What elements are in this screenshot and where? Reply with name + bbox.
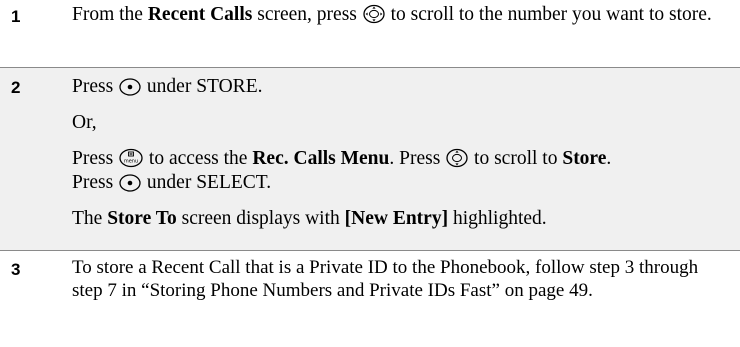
step-1: 1 From the Recent Calls screen, press to…: [0, 0, 740, 67]
step-3: 3 To store a Recent Call that is a Priva…: [0, 251, 740, 347]
step-paragraph: Or,: [72, 112, 97, 133]
option-key-icon: [119, 78, 141, 96]
step-number: 3: [11, 260, 21, 279]
svg-text:menu: menu: [124, 159, 138, 165]
store-to-label: Store To: [107, 208, 177, 229]
step-text: Press under STORE. Or, Press menu to acc…: [72, 75, 722, 231]
new-entry-label: [New Entry]: [344, 208, 449, 229]
step-number: 2: [11, 78, 21, 97]
step-paragraph: The Store To screen displays with [New E…: [72, 208, 547, 229]
step-paragraph: Press under STORE.: [72, 76, 263, 97]
recent-calls-label: Recent Calls: [147, 4, 253, 25]
step-text: To store a Recent Call that is a Private…: [72, 257, 699, 301]
navigation-key-icon: [363, 4, 385, 24]
step-text: From the Recent Calls screen, press to s…: [72, 4, 712, 25]
store-label: Store: [562, 148, 607, 169]
step-number: 1: [11, 7, 21, 26]
step-paragraph: Press menu to access the Rec. Calls Menu…: [72, 148, 612, 193]
step-2: 2 Press under STORE. Or, Press menu to a…: [0, 67, 740, 251]
instruction-steps: 1 From the Recent Calls screen, press to…: [0, 0, 740, 347]
option-key-icon: [119, 174, 141, 192]
rec-calls-menu-label: Rec. Calls Menu: [252, 148, 390, 169]
up-down-navigation-key-icon: [446, 148, 468, 168]
menu-key-icon: menu: [119, 148, 143, 168]
